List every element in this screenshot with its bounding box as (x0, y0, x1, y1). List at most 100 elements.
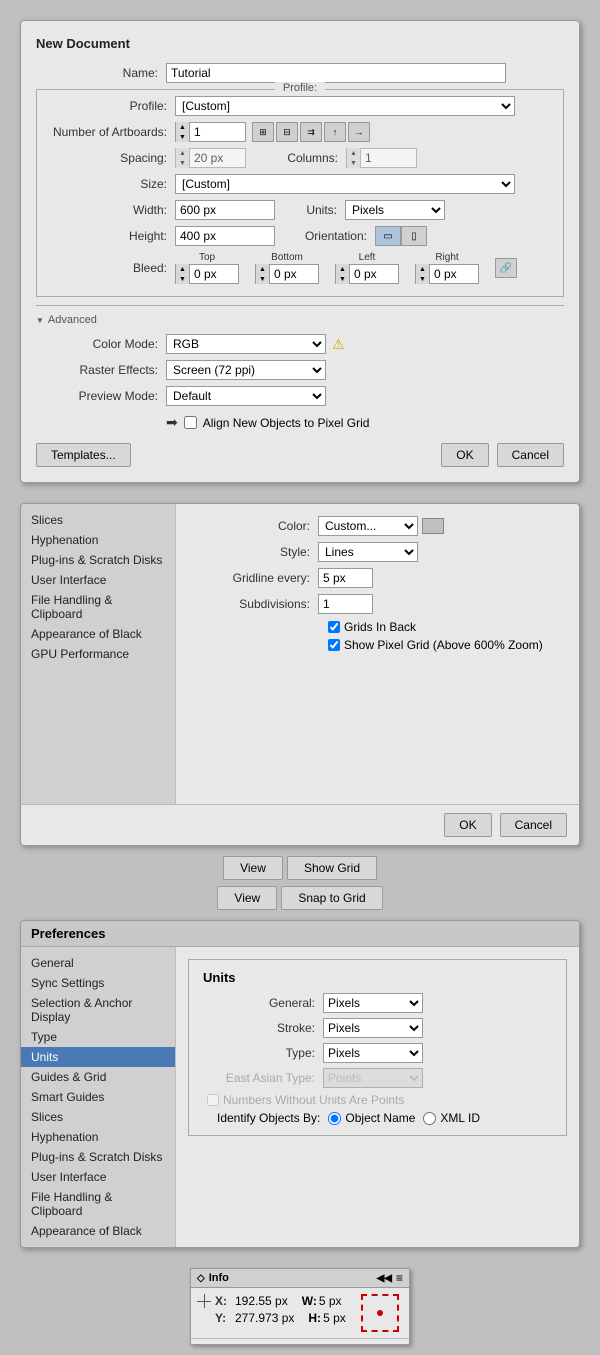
sidebar-appearance[interactable]: Appearance of Black (21, 1221, 175, 1241)
units-label: Units: (295, 203, 345, 217)
profile-row: Profile: [Custom] (45, 96, 555, 116)
columns-arrows: ▲ ▼ (347, 148, 361, 168)
sidebar-item-slices[interactable]: Slices (21, 510, 175, 530)
info-x-row: X: 192.55 px W: 5 px (197, 1294, 353, 1308)
sidebar-item-plugins[interactable]: Plug-ins & Scratch Disks (21, 550, 175, 570)
sidebar-item-ui[interactable]: User Interface (21, 570, 175, 590)
orientation-label: Orientation: (295, 229, 375, 243)
spacing-label: Spacing: (45, 151, 175, 165)
align-checkbox[interactable] (184, 416, 197, 429)
grid-cancel-button[interactable]: Cancel (500, 813, 567, 837)
profile-select[interactable]: [Custom] (175, 96, 515, 116)
info-panel: ◇ Info ◀◀ ≡ X: 192.55 px W: 5 (190, 1268, 410, 1345)
cols-down[interactable]: ▼ (347, 158, 360, 168)
size-select[interactable]: [Custom] (175, 174, 515, 194)
templates-button[interactable]: Templates... (36, 443, 131, 467)
show-grid-button[interactable]: Show Grid (287, 856, 377, 880)
grid-ok-button[interactable]: OK (444, 813, 491, 837)
sidebar-slices[interactable]: Slices (21, 1107, 175, 1127)
object-name-radio[interactable] (328, 1112, 341, 1125)
units-select[interactable]: Pixels (345, 200, 445, 220)
color-swatch (422, 518, 444, 534)
units-stroke-select[interactable]: Pixels (323, 1018, 423, 1038)
layout-grid-btn[interactable]: ⊞ (252, 122, 274, 142)
arrange-right-btn[interactable]: → (348, 122, 370, 142)
units-type-select[interactable]: Pixels (323, 1043, 423, 1063)
units-general-select[interactable]: Pixels (323, 993, 423, 1013)
height-input[interactable] (175, 226, 275, 246)
grid-color-select[interactable]: Custom... (318, 516, 418, 536)
bleed-bottom-up[interactable]: ▲ (256, 264, 269, 274)
advanced-toggle[interactable]: ▼ Advanced (36, 314, 564, 326)
sidebar-type[interactable]: Type (21, 1027, 175, 1047)
spacing-up[interactable]: ▲ (176, 148, 189, 158)
bleed-bottom-down[interactable]: ▼ (256, 274, 269, 284)
bleed-right-down[interactable]: ▼ (416, 274, 429, 284)
portrait-btn[interactable]: ▭ (375, 226, 401, 246)
bleed-right-up[interactable]: ▲ (416, 264, 429, 274)
name-input[interactable] (166, 63, 506, 83)
sidebar-general[interactable]: General (21, 953, 175, 973)
identify-row: Identify Objects By: Object Name XML ID (217, 1111, 552, 1125)
preview-select[interactable]: Default (166, 386, 326, 406)
sidebar-plugins[interactable]: Plug-ins & Scratch Disks (21, 1147, 175, 1167)
bleed-top-up[interactable]: ▲ (176, 264, 189, 274)
bleed-bottom-spinner[interactable]: ▲ ▼ 0 px (255, 264, 319, 284)
bleed-right-label: Right (435, 252, 458, 263)
columns-spinner[interactable]: ▲ ▼ 1 (346, 148, 417, 168)
gridline-input[interactable] (318, 568, 373, 588)
xml-id-radio[interactable] (423, 1112, 436, 1125)
artboards-label: Number of Artboards: (45, 125, 175, 139)
artboards-down[interactable]: ▼ (176, 132, 189, 142)
bleed-top-val: 0 px (190, 267, 238, 281)
bleed-left-spinner[interactable]: ▲ ▼ 0 px (335, 264, 399, 284)
h-label: H: (308, 1311, 321, 1325)
info-menu-icon[interactable]: ≡ (396, 1271, 403, 1285)
sidebar-smart-guides[interactable]: Smart Guides (21, 1087, 175, 1107)
subdiv-input[interactable] (318, 594, 373, 614)
color-mode-select[interactable]: RGB (166, 334, 326, 354)
sidebar-item-hyphenation[interactable]: Hyphenation (21, 530, 175, 550)
sidebar-hyphenation[interactable]: Hyphenation (21, 1127, 175, 1147)
sidebar-sync[interactable]: Sync Settings (21, 973, 175, 993)
raster-select[interactable]: Screen (72 ppi) (166, 360, 326, 380)
landscape-btn[interactable]: ▯ (401, 226, 427, 246)
sidebar-guides[interactable]: Guides & Grid (21, 1067, 175, 1087)
bleed-label: Bleed: (45, 261, 175, 275)
arrange-up-btn[interactable]: ↑ (324, 122, 346, 142)
grids-in-back-checkbox[interactable] (328, 621, 340, 633)
view-button-1[interactable]: View (223, 856, 283, 880)
info-diamond-icon: ◇ (197, 1273, 205, 1284)
sidebar-item-appearance[interactable]: Appearance of Black (21, 624, 175, 644)
sidebar-ui[interactable]: User Interface (21, 1167, 175, 1187)
sidebar-units[interactable]: Units (21, 1047, 175, 1067)
view-button-2[interactable]: View (217, 886, 277, 910)
ok-button[interactable]: OK (441, 443, 488, 467)
width-input[interactable] (175, 200, 275, 220)
artboards-spinner[interactable]: ▲ ▼ 1 (175, 122, 246, 142)
bleed-top-spinner[interactable]: ▲ ▼ 0 px (175, 264, 239, 284)
bleed-left-up[interactable]: ▲ (336, 264, 349, 274)
spacing-down[interactable]: ▼ (176, 158, 189, 168)
bleed-lock-icon[interactable]: 🔗 (495, 258, 517, 278)
sidebar-item-gpu[interactable]: GPU Performance (21, 644, 175, 664)
sidebar-item-file[interactable]: File Handling & Clipboard (21, 590, 175, 624)
bleed-left-down[interactable]: ▼ (336, 274, 349, 284)
artboards-arrows[interactable]: ▲ ▼ (176, 122, 190, 142)
info-collapse-icon[interactable]: ◀◀ (377, 1273, 392, 1284)
grid-style-select[interactable]: Lines (318, 542, 418, 562)
layout-col-btn[interactable]: ⇉ (300, 122, 322, 142)
bleed-top-down[interactable]: ▼ (176, 274, 189, 284)
spacing-value: 20 px (190, 151, 245, 165)
profile-legend: Profile: (275, 82, 325, 94)
cancel-button[interactable]: Cancel (497, 443, 564, 467)
show-pixel-grid-checkbox[interactable] (328, 639, 340, 651)
spacing-spinner[interactable]: ▲ ▼ 20 px (175, 148, 246, 168)
snap-to-grid-button[interactable]: Snap to Grid (281, 886, 382, 910)
cols-up[interactable]: ▲ (347, 148, 360, 158)
sidebar-selection[interactable]: Selection & Anchor Display (21, 993, 175, 1027)
sidebar-file[interactable]: File Handling & Clipboard (21, 1187, 175, 1221)
bleed-right-spinner[interactable]: ▲ ▼ 0 px (415, 264, 479, 284)
artboards-up[interactable]: ▲ (176, 122, 189, 132)
layout-row-btn[interactable]: ⊟ (276, 122, 298, 142)
